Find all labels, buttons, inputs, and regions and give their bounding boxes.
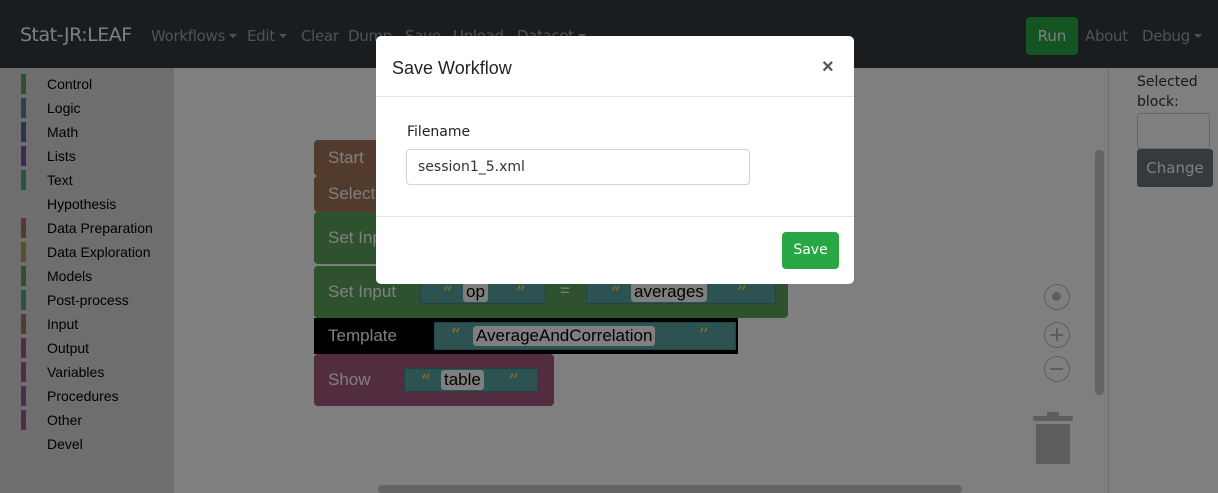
header-divider — [376, 96, 854, 97]
filename-input[interactable] — [406, 149, 750, 185]
footer-divider — [376, 216, 854, 217]
close-icon[interactable]: × — [822, 56, 834, 79]
save-button[interactable]: Save — [782, 232, 839, 269]
save-workflow-dialog: Save Workflow × Filename Save — [376, 36, 854, 284]
dialog-title: Save Workflow — [392, 58, 512, 78]
filename-label: Filename — [407, 124, 471, 140]
